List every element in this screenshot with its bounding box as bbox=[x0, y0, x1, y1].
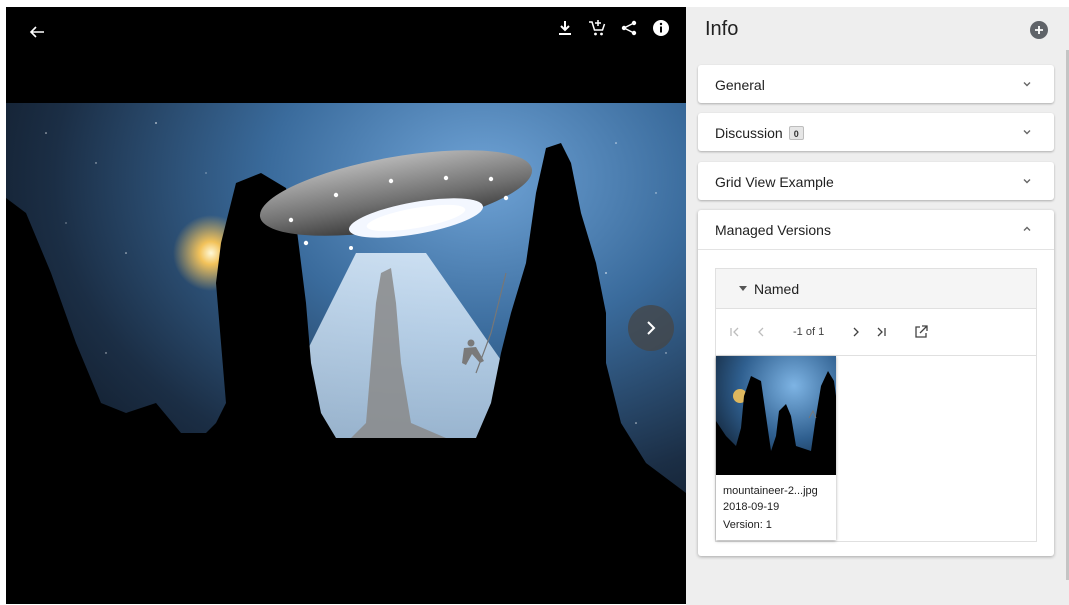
next-page-button[interactable] bbox=[849, 325, 863, 339]
app-root: Info General Discussion 0 Grid View Examp… bbox=[0, 0, 1069, 605]
download-button[interactable] bbox=[554, 17, 576, 39]
chevron-down-icon bbox=[1023, 82, 1031, 87]
arrow-left-icon bbox=[29, 26, 44, 38]
section-grid-view-example[interactable]: Grid View Example bbox=[698, 162, 1054, 200]
first-page-icon bbox=[730, 327, 739, 337]
add-to-cart-button[interactable] bbox=[586, 17, 608, 39]
back-button[interactable] bbox=[24, 19, 50, 45]
section-label: General bbox=[715, 77, 765, 93]
chevron-down-icon bbox=[1023, 130, 1031, 135]
section-managed-versions: Managed Versions Named -1 of 1 mountaine… bbox=[698, 210, 1054, 556]
next-image-button[interactable] bbox=[628, 305, 674, 351]
version-filename: mountaineer-2...jpg bbox=[723, 485, 818, 497]
add-button[interactable] bbox=[1030, 21, 1048, 39]
image-viewer bbox=[6, 7, 686, 604]
caret-down-icon bbox=[739, 286, 747, 291]
version-number: Version: 1 bbox=[723, 519, 772, 531]
viewer-toolbar bbox=[554, 17, 672, 39]
version-card[interactable]: mountaineer-2...jpg 2018-09-19 Version: … bbox=[716, 356, 836, 540]
plus-circle-icon bbox=[1035, 26, 1043, 34]
panel-title: Info bbox=[705, 18, 739, 40]
version-thumbnail bbox=[716, 356, 836, 475]
chevron-right-icon bbox=[647, 321, 656, 335]
section-label: Discussion bbox=[715, 125, 783, 141]
chevron-down-icon bbox=[1023, 179, 1031, 184]
share-button[interactable] bbox=[618, 17, 640, 39]
chevron-up-icon bbox=[1023, 226, 1031, 231]
download-icon bbox=[559, 21, 571, 35]
page-indicator: -1 of 1 bbox=[793, 326, 825, 338]
add-to-cart-icon bbox=[589, 20, 606, 36]
section-label: Grid View Example bbox=[715, 174, 834, 190]
first-page-button[interactable] bbox=[728, 325, 742, 339]
version-date: 2018-09-19 bbox=[723, 501, 780, 513]
discussion-count-badge: 0 bbox=[788, 126, 804, 140]
main-photo bbox=[6, 103, 686, 604]
open-external-icon bbox=[915, 325, 928, 338]
section-general[interactable]: General bbox=[698, 65, 1054, 103]
named-group-label: Named bbox=[754, 281, 800, 297]
info-button[interactable] bbox=[650, 17, 672, 39]
managed-versions-header[interactable]: Managed Versions bbox=[698, 210, 1054, 250]
info-icon bbox=[653, 20, 669, 36]
section-label-wrap: Discussion 0 bbox=[715, 125, 804, 141]
pagination-bar: -1 of 1 bbox=[716, 310, 1036, 356]
chevron-left-icon bbox=[758, 327, 764, 337]
last-page-button[interactable] bbox=[874, 325, 888, 339]
share-icon bbox=[621, 20, 637, 36]
chevron-right-icon bbox=[853, 327, 859, 337]
open-external-button[interactable] bbox=[914, 325, 928, 339]
named-versions-group: Named -1 of 1 mountaineer-2...jpg 2018-0… bbox=[715, 268, 1037, 542]
section-discussion[interactable]: Discussion 0 bbox=[698, 113, 1054, 151]
last-page-icon bbox=[877, 327, 886, 337]
section-label: Managed Versions bbox=[715, 222, 831, 238]
named-group-header[interactable]: Named bbox=[716, 269, 1036, 309]
prev-page-button[interactable] bbox=[754, 325, 768, 339]
info-panel: Info General Discussion 0 Grid View Examp… bbox=[686, 7, 1069, 605]
